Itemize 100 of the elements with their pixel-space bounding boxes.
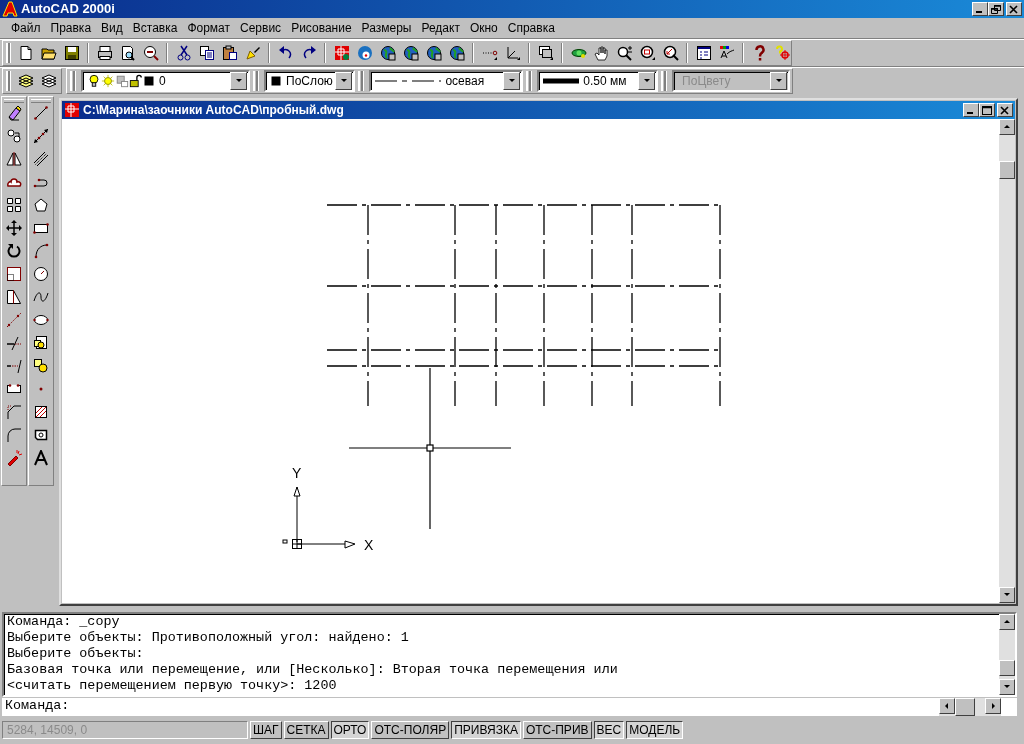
scroll-down-button[interactable] (999, 679, 1015, 696)
status-toggle[interactable]: СЕТКА (283, 721, 329, 739)
bulb-icon[interactable] (86, 74, 101, 88)
dotted-line-icon[interactable] (6, 312, 22, 328)
globe-icon[interactable] (402, 45, 419, 61)
hand-icon[interactable] (593, 45, 610, 61)
menu-item[interactable]: Вид (96, 18, 128, 38)
maximize-button[interactable] (979, 103, 995, 117)
toolbar-grip[interactable] (6, 71, 10, 91)
circle-logo-icon[interactable] (356, 45, 373, 61)
linetype-dropdown[interactable]: осевая (369, 70, 524, 92)
scrollbar-thumb[interactable] (955, 698, 975, 716)
dropdown-arrow-button[interactable] (638, 72, 656, 90)
pentagon-icon[interactable] (33, 197, 49, 213)
scrollbar-thumb[interactable] (999, 660, 1015, 676)
printer-icon[interactable] (96, 45, 113, 61)
status-toggle[interactable]: МОДЕЛЬ (626, 721, 684, 739)
status-toggle[interactable]: ОРТО (330, 721, 370, 739)
status-toggle[interactable]: ВЕС (593, 721, 625, 739)
close-button[interactable] (997, 103, 1013, 117)
undo-icon[interactable] (277, 45, 294, 61)
rotate-icon[interactable] (6, 243, 22, 259)
scale-icon[interactable] (6, 266, 22, 282)
drawing-file-icon[interactable] (64, 102, 80, 118)
circles-icon[interactable] (6, 128, 22, 144)
globe-icon[interactable] (448, 45, 465, 61)
toolbar-grip[interactable] (661, 71, 667, 91)
menu-item[interactable]: Вставка (127, 18, 183, 38)
scroll-up-button[interactable] (999, 614, 1015, 630)
toolbar-grip[interactable] (6, 43, 10, 63)
color-dropdown[interactable]: ПоСлою (264, 70, 356, 92)
paintbrush-icon[interactable] (244, 45, 261, 61)
copy-icon[interactable] (198, 45, 215, 61)
dropdown-arrow-button[interactable] (503, 72, 521, 90)
trim-icon[interactable] (6, 335, 22, 351)
close-button[interactable] (1006, 2, 1022, 16)
scissors-icon[interactable] (175, 45, 192, 61)
menu-item[interactable]: Файл (6, 18, 46, 38)
menu-item[interactable]: Рисование (286, 18, 357, 38)
status-toggle[interactable]: ОТС-ПРИВ (522, 721, 592, 739)
horizontal-scrollbar[interactable] (939, 698, 1001, 716)
menu-item[interactable]: Формат (182, 18, 236, 38)
layer-stack-icon[interactable] (40, 73, 57, 89)
globe-icon[interactable] (379, 45, 396, 61)
menu-item[interactable]: Правка (45, 18, 97, 38)
scroll-right-button[interactable] (985, 698, 1001, 715)
chamfer-icon[interactable] (6, 404, 22, 420)
globe-icon[interactable] (425, 45, 442, 61)
hatch-icon[interactable] (33, 404, 49, 420)
menu-item[interactable]: Редакт (416, 18, 465, 38)
clipboard-icon[interactable] (221, 45, 238, 61)
mirror-icon[interactable] (6, 151, 22, 167)
scroll-left-button[interactable] (939, 698, 955, 715)
properties-icon[interactable] (695, 45, 712, 61)
insert-block-icon[interactable] (33, 335, 49, 351)
target-icon[interactable] (774, 45, 791, 61)
toolbar-grip[interactable] (70, 71, 75, 91)
window-stack-icon[interactable] (537, 45, 554, 61)
status-toggle[interactable]: ПРИВЯЗКА (451, 721, 521, 739)
axes-icon[interactable] (504, 45, 521, 61)
spline-icon[interactable] (33, 289, 49, 305)
region-icon[interactable] (33, 427, 49, 443)
zoom-window-icon[interactable] (639, 45, 656, 61)
minimize-button[interactable] (972, 2, 988, 16)
menu-item[interactable]: Справка (502, 18, 560, 38)
layers-icon[interactable] (17, 73, 34, 89)
block-icon[interactable] (33, 358, 49, 374)
toolbar-grip[interactable] (526, 71, 532, 91)
circle-icon[interactable] (33, 266, 49, 282)
lock-icon[interactable] (128, 74, 143, 88)
ellipse-icon[interactable] (33, 312, 49, 328)
multiline-icon[interactable] (33, 151, 49, 167)
scroll-up-button[interactable] (999, 119, 1015, 135)
squares-grid-icon[interactable] (6, 197, 22, 213)
scrollbar-thumb[interactable] (999, 161, 1015, 179)
extend-icon[interactable] (6, 358, 22, 374)
toolbar-grip[interactable] (253, 71, 259, 91)
page-magnifier-icon[interactable] (119, 45, 136, 61)
menu-item[interactable]: Окно (464, 18, 503, 38)
grid-window-icon[interactable] (333, 45, 350, 61)
restore-button[interactable] (988, 2, 1004, 16)
folder-icon[interactable] (40, 45, 57, 61)
lineweight-dropdown[interactable]: 0.50 мм (537, 70, 659, 92)
menu-item[interactable]: Размеры (356, 18, 417, 38)
line-icon[interactable] (33, 105, 49, 121)
stretch-icon[interactable] (6, 289, 22, 305)
arc-icon[interactable] (33, 243, 49, 259)
double-arrow-line-icon[interactable] (33, 128, 49, 144)
new-file-icon[interactable] (17, 45, 34, 61)
dropdown-arrow-button[interactable] (230, 72, 248, 90)
rectangle-icon[interactable] (33, 220, 49, 236)
status-toggle[interactable]: ШАГ (250, 721, 282, 739)
eraser-icon[interactable] (6, 105, 22, 121)
status-toggle[interactable]: ОТС-ПОЛЯР (371, 721, 450, 739)
zoom-previous-icon[interactable] (662, 45, 679, 61)
text-tool-icon[interactable] (33, 450, 49, 466)
move-arrows-icon[interactable] (6, 220, 22, 236)
menu-item[interactable]: Сервис (235, 18, 287, 38)
dropdown-arrow-button[interactable] (335, 72, 353, 90)
fillet-icon[interactable] (6, 427, 22, 443)
